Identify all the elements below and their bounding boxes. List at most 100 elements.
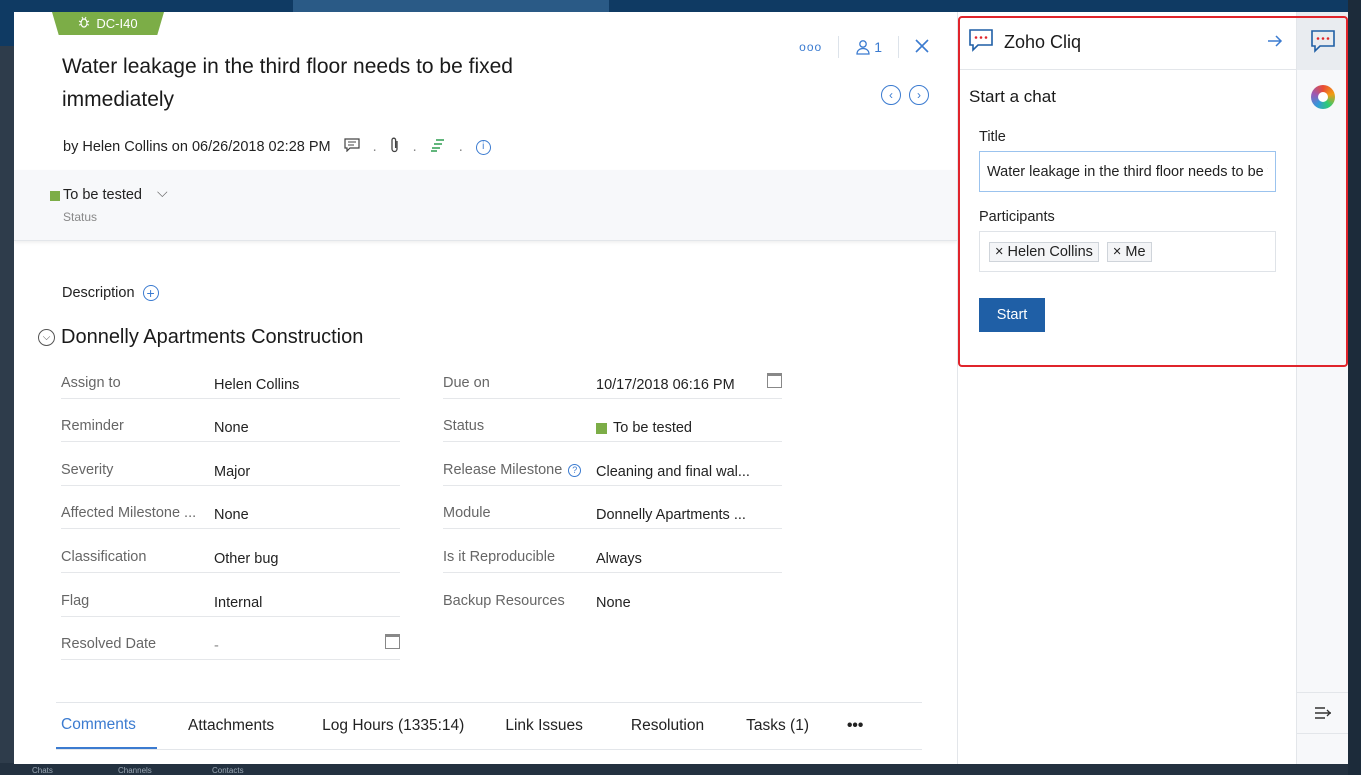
followers-button[interactable]: 1	[855, 39, 882, 55]
field-assign-to[interactable]: Assign to Helen Collins	[61, 365, 400, 399]
field-affected-milestone[interactable]: Affected Milestone ... None	[61, 495, 400, 529]
background-edge	[1348, 0, 1361, 775]
field-release-milestone[interactable]: Release Milestone? Cleaning and final wa…	[443, 452, 782, 486]
field-label: Due on	[443, 375, 490, 391]
field-label: Severity	[61, 462, 114, 478]
more-options-icon[interactable]: ooo	[799, 40, 822, 54]
field-due-on[interactable]: Due on 10/17/2018 06:16 PM	[443, 365, 782, 399]
field-value[interactable]: Donnelly Apartments ...	[596, 507, 746, 523]
participant-chip: × Me	[1106, 241, 1152, 262]
participants-label: Participants	[979, 209, 1055, 225]
status-color-indicator	[50, 191, 60, 201]
field-value[interactable]: None	[214, 420, 249, 436]
field-label: Release Milestone?	[443, 462, 582, 478]
right-app-rail	[1296, 12, 1349, 764]
tab-log-hours[interactable]: Log Hours (1335:14)	[317, 703, 469, 749]
next-issue-icon[interactable]: ›	[909, 85, 929, 105]
issue-tabs: Comments Attachments Log Hours (1335:14)…	[56, 702, 922, 750]
description-label: Description	[62, 285, 135, 301]
field-backup-resources[interactable]: Backup Resources None	[443, 583, 782, 617]
status-value[interactable]: To be tested	[63, 187, 142, 203]
start-chat-heading: Start a chat	[969, 87, 1056, 106]
bug-icon	[78, 16, 90, 31]
comment-icon[interactable]	[344, 138, 360, 156]
log-hours-icon[interactable]	[430, 138, 446, 156]
start-button[interactable]: Start	[979, 298, 1045, 332]
section-header: ⌵ Donnelly Apartments Construction	[38, 326, 363, 349]
field-is-reproducible[interactable]: Is it Reproducible Always	[443, 539, 782, 573]
field-module[interactable]: Module Donnelly Apartments ...	[443, 495, 782, 529]
participant-name: Helen Collins	[1007, 243, 1093, 260]
tab-resolution[interactable]: Resolution	[626, 703, 709, 749]
field-value[interactable]: None	[214, 507, 249, 523]
field-value[interactable]: Cleaning and final wal...	[596, 464, 750, 480]
field-resolved-date[interactable]: Resolved Date -	[61, 626, 400, 660]
info-icon[interactable]: i	[475, 139, 491, 155]
field-status[interactable]: Status To be tested	[443, 408, 782, 442]
issue-id: DC-I40	[96, 16, 138, 31]
issue-title[interactable]: Water leakage in the third floor needs t…	[62, 50, 582, 116]
bottom-item-channels[interactable]: Channels	[118, 766, 152, 775]
field-value[interactable]: Helen Collins	[214, 377, 299, 393]
issue-detail-modal: DC-I40 Water leakage in the third floor …	[14, 12, 957, 764]
remove-icon[interactable]: ×	[995, 244, 1003, 260]
bottom-item-chats[interactable]: Chats	[32, 766, 53, 775]
arrow-right-icon[interactable]	[1267, 32, 1283, 53]
field-label-text: Release Milestone	[443, 462, 563, 478]
cliq-header: Zoho Cliq	[958, 16, 1297, 70]
field-label: Assign to	[61, 375, 121, 391]
app-logo-icon[interactable]	[1311, 85, 1335, 109]
calendar-icon[interactable]	[767, 373, 782, 388]
tabs-more-icon[interactable]: •••	[842, 703, 868, 749]
remove-icon[interactable]: ×	[1113, 244, 1121, 260]
previous-issue-icon[interactable]: ‹	[881, 85, 901, 105]
participant-name: Me	[1125, 243, 1146, 260]
field-value[interactable]: -	[214, 638, 219, 654]
header-actions: ooo 1	[799, 36, 929, 58]
status-bar: To be tested ⌵ Status	[14, 170, 957, 241]
field-value[interactable]: Internal	[214, 595, 262, 611]
author-date: by Helen Collins on 06/26/2018 02:28 PM	[63, 139, 331, 155]
status-text: To be tested	[613, 420, 692, 436]
background-bottom-bar: Chats Channels Contacts	[0, 763, 1361, 775]
field-label: Classification	[61, 549, 147, 565]
divider	[898, 36, 899, 58]
tab-comments[interactable]: Comments	[56, 703, 157, 749]
field-value[interactable]: None	[596, 595, 631, 611]
section-title: Donnelly Apartments Construction	[61, 326, 364, 348]
tab-tasks[interactable]: Tasks (1)	[741, 703, 814, 749]
tab-attachments[interactable]: Attachments	[183, 703, 279, 749]
field-classification[interactable]: Classification Other bug	[61, 539, 400, 573]
user-icon	[856, 40, 870, 55]
separator-dot: .	[458, 139, 463, 155]
field-value[interactable]: Other bug	[214, 551, 279, 567]
field-label: Flag	[61, 593, 90, 609]
issue-byline: by Helen Collins on 06/26/2018 02:28 PM …	[63, 137, 491, 157]
field-value[interactable]: 10/17/2018 06:16 PM	[596, 377, 735, 393]
field-label: Is it Reproducible	[443, 549, 556, 565]
field-severity[interactable]: Severity Major	[61, 452, 400, 486]
calendar-icon[interactable]	[385, 634, 400, 649]
cliq-chat-icon[interactable]	[1297, 12, 1349, 70]
bottom-item-contacts[interactable]: Contacts	[212, 766, 244, 775]
chat-icon	[968, 28, 994, 57]
chevron-down-icon[interactable]: ⌵	[157, 184, 168, 201]
field-value[interactable]: Always	[596, 551, 642, 567]
field-reminder[interactable]: Reminder None	[61, 408, 400, 442]
attachment-icon[interactable]	[390, 137, 400, 157]
participants-field[interactable]: × Helen Collins × Me	[979, 231, 1276, 272]
field-value[interactable]: To be tested	[596, 420, 692, 436]
add-description-icon[interactable]: +	[142, 285, 159, 301]
field-label: Affected Milestone ...	[61, 505, 197, 521]
help-icon[interactable]: ?	[568, 463, 582, 477]
chat-title-input[interactable]	[979, 151, 1276, 192]
field-value[interactable]: Major	[214, 464, 250, 480]
field-label: Status	[443, 418, 485, 434]
collapse-chevron-icon[interactable]: ⌵	[38, 329, 55, 346]
close-icon[interactable]	[915, 38, 929, 56]
tab-link-issues[interactable]: Link Issues	[500, 703, 588, 749]
participant-chip: × Helen Collins	[989, 241, 1099, 262]
cliq-title: Zoho Cliq	[1004, 32, 1082, 52]
field-flag[interactable]: Flag Internal	[61, 583, 400, 617]
menu-lines-icon[interactable]	[1297, 692, 1349, 734]
